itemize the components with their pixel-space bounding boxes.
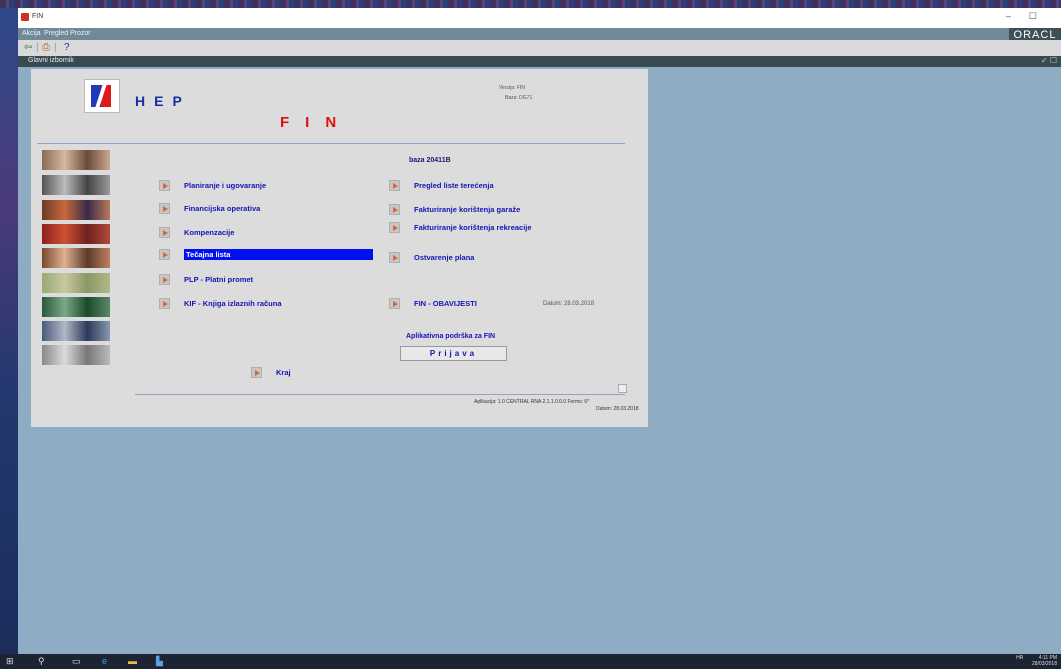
resize-handle[interactable] xyxy=(618,384,627,393)
meeting-photo xyxy=(42,200,110,220)
menu-item-label: Tečajna lista xyxy=(184,249,373,260)
menu-item-label: Fakturiranje korištenja rekreacije xyxy=(414,223,532,232)
menu-item-label: Kompenzacije xyxy=(184,228,235,237)
desktop-background-top xyxy=(0,0,1061,8)
date-footer: Datum: 28.03.2018 xyxy=(596,406,639,412)
ie-icon[interactable]: e xyxy=(102,656,107,666)
title-bar: FIN –☐ xyxy=(18,8,1061,28)
hep-logo xyxy=(84,79,120,113)
menu-prozor[interactable]: Prozor xyxy=(70,30,91,37)
arrow-right-icon xyxy=(389,204,400,215)
app-icon xyxy=(21,13,29,21)
java-icon[interactable]: ▙ xyxy=(156,656,163,667)
print-icon[interactable]: ⎙ xyxy=(42,42,50,53)
date[interactable]: 28/03/2018 xyxy=(1032,661,1057,667)
arrow-right-icon xyxy=(389,252,400,263)
arrow-right-icon xyxy=(159,298,170,309)
application-window: FIN –☐ Akcija Pregled Prozor ORACL ⇦ | ⎙… xyxy=(18,8,1061,654)
search-icon[interactable]: ⚲ xyxy=(38,656,45,667)
footer-divider xyxy=(135,394,625,395)
menu-item-label: Ostvarenje plana xyxy=(414,253,475,262)
arrow-right-icon xyxy=(251,367,262,378)
arrow-right-icon xyxy=(159,203,170,214)
database-label: baza 20411B xyxy=(409,157,451,164)
desktop-background xyxy=(0,0,18,669)
language-indicator[interactable]: HR xyxy=(1016,655,1023,661)
version-footer: Aplikacija: 1.0 CENTRAL RNA 2.1.1.0.0.0 … xyxy=(474,399,590,405)
arrow-right-icon xyxy=(389,180,400,191)
menu-item-label: FIN - OBAVIJESTI xyxy=(414,299,477,308)
date-label: Datum: 28.03.2018 xyxy=(543,301,595,307)
menu-item-label: Pregled liste terećenja xyxy=(414,181,494,190)
menu-item-label: Financijska operativa xyxy=(184,204,261,213)
minimize-button[interactable]: – xyxy=(1006,11,1029,21)
group-photo xyxy=(42,248,110,268)
version-info: Verzija: FIN xyxy=(499,85,525,91)
window-title: FIN xyxy=(32,13,44,20)
maximize-button[interactable]: ☐ xyxy=(1029,11,1055,21)
people-photo xyxy=(42,150,110,170)
money-photo xyxy=(42,345,110,365)
menu-pregled[interactable]: Pregled xyxy=(44,30,68,37)
menu-bar: Akcija Pregled Prozor xyxy=(18,28,1061,40)
main-menu-form: HEP FIN Verzija: FIN Baza: DG71 baza 204… xyxy=(31,69,648,427)
menu-item-label: Fakturiranje korištenja garaže xyxy=(414,205,521,214)
help-icon[interactable]: ? xyxy=(64,42,70,53)
inner-window-controls[interactable]: ✓ ☐ xyxy=(1041,56,1057,65)
green-photo xyxy=(42,297,110,317)
landscape-photo xyxy=(42,273,110,293)
system-tray[interactable]: HR 4:11 PM 28/03/2018 xyxy=(1016,655,1057,667)
support-label: Aplikativna podrška za FIN xyxy=(406,333,496,340)
company-name: HEP xyxy=(135,93,191,109)
exit-icon[interactable]: ⇦ xyxy=(24,42,32,53)
arrow-right-icon xyxy=(389,222,400,233)
window-controls[interactable]: –☐ xyxy=(1006,11,1055,22)
app-name: FIN xyxy=(280,114,353,131)
separator-icon: | xyxy=(36,42,39,53)
explorer-icon[interactable]: ▬ xyxy=(128,656,137,666)
separator-icon: | xyxy=(54,42,57,53)
inner-window-title: Glavni izbornik xyxy=(28,57,74,64)
arrow-right-icon xyxy=(159,180,170,191)
arrow-right-icon xyxy=(159,274,170,285)
menu-item-label: KIF - Knjiga izlaznih računa xyxy=(184,299,282,308)
menu-item-label: PLP - Platni promet xyxy=(184,275,254,284)
teamwork-photo xyxy=(42,175,110,195)
menu-item-label: Planiranje i ugovaranje xyxy=(184,181,267,190)
header-divider xyxy=(37,143,625,144)
toolbar: ⇦ | ⎙ | ? xyxy=(18,40,1061,56)
inner-window-titlebar: Glavni izbornik ✓ ☐ xyxy=(18,56,1061,67)
red-photo xyxy=(42,224,110,244)
login-button[interactable]: Prijava xyxy=(400,346,507,361)
arrow-right-icon xyxy=(159,249,170,260)
windows-start-icon[interactable]: ⊞ xyxy=(6,656,14,667)
exit-label: Kraj xyxy=(276,368,291,377)
arrow-right-icon xyxy=(389,298,400,309)
workers-photo xyxy=(42,321,110,341)
arrow-right-icon xyxy=(159,227,170,238)
menu-akcija[interactable]: Akcija xyxy=(22,30,41,37)
taskbar: ⊞ ⚲ ▭ e ▬ ▙ HR 4:11 PM 28/03/2018 xyxy=(0,654,1061,669)
task-view-icon[interactable]: ▭ xyxy=(72,656,81,667)
database-info: Baza: DG71 xyxy=(505,95,533,101)
